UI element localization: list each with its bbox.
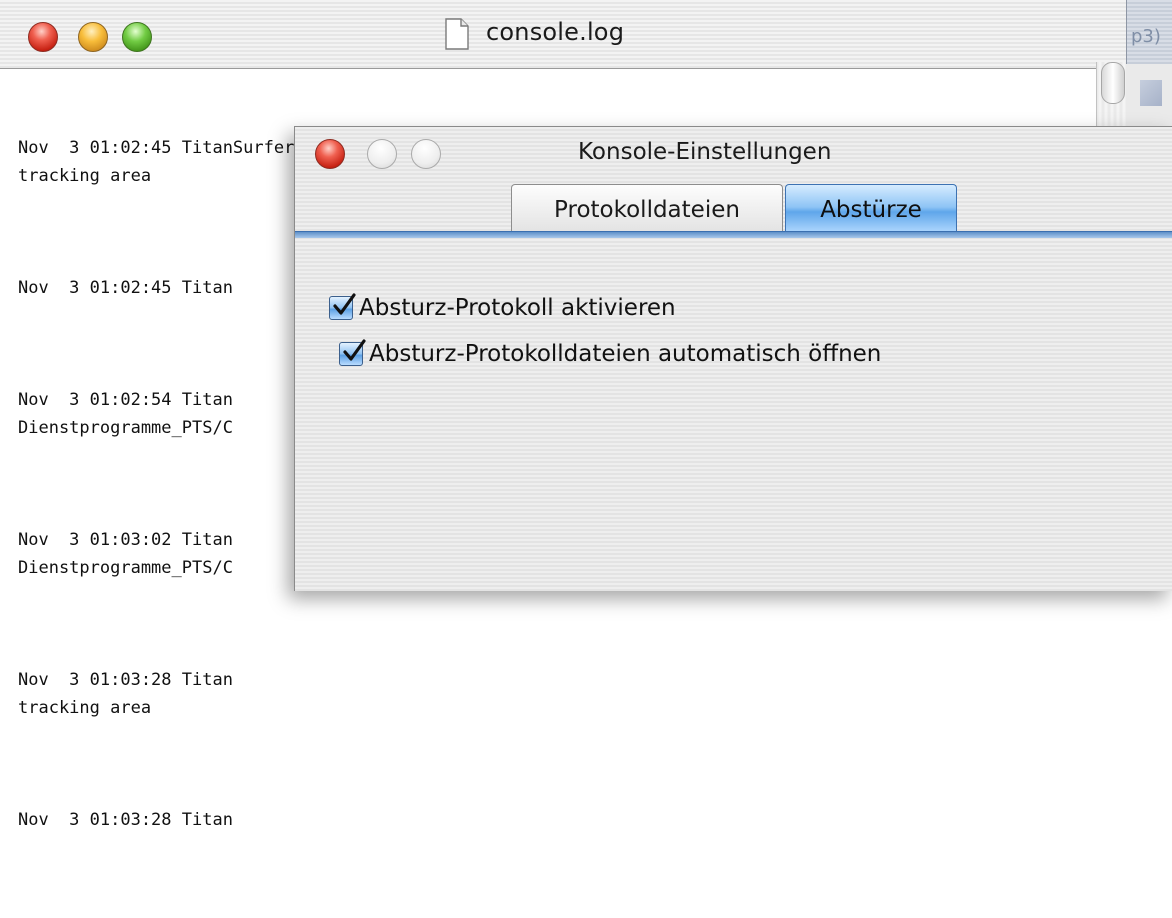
tab-absturze[interactable]: Abstürze: [785, 184, 957, 234]
minimize-button-disabled: [367, 139, 397, 169]
auto-open-crash-logs-label[interactable]: Absturz-Protokolldateien automatisch öff…: [369, 341, 881, 367]
zoom-button-disabled: [411, 139, 441, 169]
background-window-title-fragment: p3): [1131, 26, 1161, 47]
enable-crash-log-option[interactable]: Absturz-Protokoll aktivieren: [329, 293, 676, 321]
document-icon: [445, 18, 469, 50]
enable-crash-log-label[interactable]: Absturz-Protokoll aktivieren: [359, 295, 676, 321]
log-entry: Nov 3 01:03:28 Titan tracking area: [18, 670, 233, 718]
auto-open-crash-logs-option[interactable]: Absturz-Protokolldateien automatisch öff…: [339, 339, 881, 367]
tab-separator: [295, 231, 1172, 238]
zoom-button[interactable]: [122, 22, 152, 52]
preferences-titlebar[interactable]: Konsole-Einstellungen: [295, 127, 1172, 179]
preferences-title: Konsole-Einstellungen: [578, 139, 832, 165]
tab-protokolldateien[interactable]: Protokolldateien: [511, 184, 783, 234]
console-log-title: console.log: [486, 18, 625, 46]
log-entry: Nov 3 01:03:28 Titan: [18, 810, 233, 830]
auto-open-crash-logs-checkbox[interactable]: [339, 339, 366, 366]
scroll-thumb[interactable]: [1101, 62, 1125, 104]
minimize-button[interactable]: [78, 22, 108, 52]
background-window-titlebar[interactable]: p3): [1126, 0, 1172, 64]
close-button[interactable]: [315, 139, 345, 169]
checkmark-icon: [333, 293, 356, 315]
enable-crash-log-checkbox[interactable]: [329, 293, 356, 320]
preferences-window: Konsole-Einstellungen Protokolldateien A…: [294, 126, 1172, 591]
console-log-titlebar[interactable]: console.log: [0, 0, 1126, 69]
file-icon[interactable]: [1140, 80, 1162, 106]
checkmark-icon: [343, 339, 366, 361]
close-button[interactable]: [28, 22, 58, 52]
